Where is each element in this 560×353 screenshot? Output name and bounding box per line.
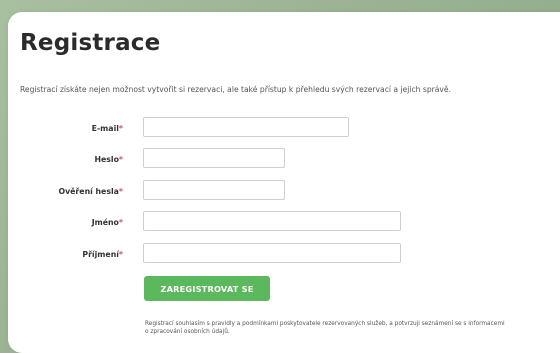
- password-input[interactable]: [143, 148, 285, 168]
- first-name-row: Jméno*: [0, 211, 560, 233]
- password-confirm-label: Ověření hesla*: [58, 187, 123, 196]
- password-confirm-row: Ověření hesla*: [0, 180, 560, 202]
- password-label: Heslo*: [94, 155, 123, 164]
- first-name-label: Jméno*: [91, 218, 123, 227]
- intro-text: Registrací získáte nejen možnost vytvoři…: [20, 85, 452, 94]
- last-name-row: Příjmení*: [0, 243, 560, 265]
- password-row: Heslo*: [0, 148, 560, 170]
- email-label: E-mail*: [91, 124, 123, 133]
- last-name-label: Příjmení*: [82, 250, 123, 259]
- page-title: Registrace: [20, 30, 161, 56]
- last-name-input[interactable]: [143, 243, 401, 263]
- consent-text: Registrací souhlasím s pravidly a podmín…: [145, 321, 505, 335]
- required-mark: *: [118, 187, 123, 196]
- required-mark: *: [118, 155, 123, 164]
- email-row: E-mail*: [0, 117, 560, 139]
- register-button[interactable]: ZAREGISTROVAT SE: [144, 276, 270, 301]
- required-mark: *: [118, 250, 123, 259]
- required-mark: *: [118, 124, 123, 133]
- first-name-input[interactable]: [143, 211, 401, 231]
- password-confirm-input[interactable]: [143, 180, 285, 200]
- required-mark: *: [118, 218, 123, 227]
- email-input[interactable]: [143, 117, 349, 137]
